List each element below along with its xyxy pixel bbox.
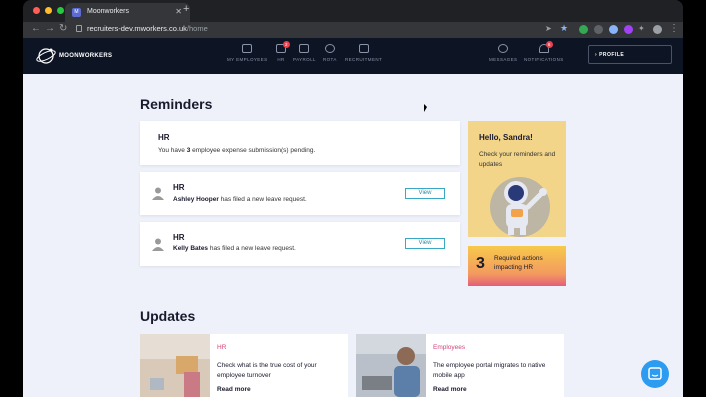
reload-icon[interactable]: ↻ — [59, 23, 67, 34]
reminder-text-body: has filed a new leave request. — [218, 196, 307, 203]
tab-strip: M Moonworkers ✕ + — [23, 0, 683, 22]
view-button[interactable]: View — [405, 238, 445, 249]
reminders-heading: Reminders — [140, 96, 213, 112]
plus-icon[interactable]: + — [183, 3, 189, 15]
extension-icon[interactable] — [609, 25, 618, 34]
greeting-card: Hello, Sandra! Check your reminders and … — [468, 121, 566, 237]
nav-label: NOTIFICATIONS — [524, 57, 564, 62]
close-window-button[interactable] — [33, 7, 40, 14]
required-actions-card[interactable]: 3 Required actions impacting HR — [468, 246, 566, 286]
nav-recruitment[interactable]: RECRUITMENT — [345, 44, 382, 62]
chevron-right-icon: › — [595, 52, 598, 58]
star-icon[interactable]: ★ — [560, 23, 568, 34]
reminder-card: HR Ashley Hooper has filed a new leave r… — [140, 172, 460, 215]
nav-my-employees[interactable]: MY EMPLOYEES — [227, 44, 267, 62]
browser-window: M Moonworkers ✕ + ← → ↻ recruiters-dev.m… — [23, 0, 683, 397]
browser-toolbar: ← → ↻ recruiters-dev.mworkers.co.uk/home… — [23, 22, 683, 38]
back-icon[interactable]: ← — [31, 23, 41, 34]
nav-hr[interactable]: 2 HR — [276, 41, 290, 62]
update-image — [140, 334, 210, 397]
chat-icon — [648, 367, 662, 380]
greeting-title: Hello, Sandra! — [479, 133, 533, 142]
lock-icon — [76, 25, 82, 32]
update-card[interactable]: Employees The employee portal migrates t… — [356, 334, 564, 397]
favicon-icon: M — [72, 8, 81, 17]
messages-icon — [498, 44, 509, 53]
puzzle-icon[interactable]: ✦ — [638, 24, 645, 33]
hr-badge: 2 — [283, 41, 290, 48]
required-actions-text: Required actions impacting HR — [494, 255, 543, 271]
app-header: MOONWORKERS MY EMPLOYEES 2 HR PAYROLL RO… — [23, 38, 683, 74]
reminder-title: HR — [173, 233, 185, 242]
nav-label: RECRUITMENT — [345, 57, 383, 62]
recruitment-icon — [358, 44, 369, 53]
extension-icon[interactable] — [594, 25, 603, 34]
user-avatar-icon — [152, 238, 164, 251]
reminder-card: HR Kelly Bates has filed a new leave req… — [140, 222, 460, 266]
user-avatar-icon — [152, 187, 164, 200]
notifications-badge: 8 — [545, 41, 553, 48]
required-actions-count: 3 — [476, 255, 485, 272]
astronaut-illustration — [490, 177, 550, 237]
tab-moonworkers[interactable]: M Moonworkers ✕ — [65, 3, 190, 22]
nav-messages[interactable]: MESSAGES — [489, 44, 517, 62]
update-card[interactable]: HR Check what is the true cost of your e… — [140, 334, 348, 397]
profile-button[interactable]: › PROFILE — [588, 45, 672, 64]
minimize-window-button[interactable] — [45, 7, 52, 14]
reminder-text-body: has filed a new leave request. — [208, 245, 296, 252]
read-more-link[interactable]: Read more — [217, 386, 251, 393]
bell-icon: 8 — [538, 41, 553, 53]
forward-icon[interactable]: → — [45, 23, 55, 34]
update-text: The employee portal migrates to native m… — [433, 362, 546, 379]
nav-rota[interactable]: ROTA — [323, 44, 337, 62]
tab-title: Moonworkers — [87, 8, 130, 15]
read-more-link[interactable]: Read more — [433, 386, 467, 393]
nav-label: ROTA — [323, 57, 337, 62]
employees-icon — [242, 44, 253, 53]
nav-label: MESSAGES — [489, 57, 518, 62]
mouse-cursor-icon — [424, 104, 427, 112]
close-tab-icon[interactable]: ✕ — [175, 7, 182, 16]
address-bar[interactable]: recruiters-dev.mworkers.co.uk/home — [87, 24, 208, 33]
reminder-title: HR — [173, 183, 185, 192]
reminder-title: HR — [158, 133, 170, 142]
update-image — [356, 334, 426, 397]
payroll-icon — [299, 44, 310, 53]
reminder-text: You have 3 employee expense submission(s… — [158, 147, 315, 154]
profile-label: PROFILE — [599, 52, 625, 58]
nav-payroll[interactable]: PAYROLL — [293, 44, 316, 62]
update-text: Check what is the true cost of your empl… — [217, 362, 317, 379]
maximize-window-button[interactable] — [57, 7, 64, 14]
logo-icon[interactable] — [35, 45, 57, 67]
url-host: recruiters-dev.mworkers.co.uk — [87, 24, 187, 33]
main-content: Reminders HR You have 3 employee expense… — [23, 74, 683, 397]
employee-name: Ashley Hooper — [173, 196, 219, 203]
view-button[interactable]: View — [405, 188, 445, 199]
logo-text: MOONWORKERS — [59, 53, 113, 59]
reminder-text-pre: You have — [158, 147, 187, 154]
menu-icon[interactable]: ⋮ — [669, 23, 679, 34]
nav-label: HR — [277, 57, 285, 62]
hr-icon: 2 — [276, 41, 290, 53]
chat-launcher-button[interactable] — [641, 360, 669, 388]
reminder-text: Kelly Bates has filed a new leave reques… — [173, 245, 296, 252]
nav-notifications[interactable]: 8 NOTIFICATIONS — [524, 41, 564, 62]
reminder-card: HR You have 3 employee expense submissio… — [140, 121, 460, 165]
nav-label: PAYROLL — [293, 57, 316, 62]
nav-label: MY EMPLOYEES — [227, 57, 268, 62]
url-path: /home — [186, 24, 208, 33]
update-category: HR — [217, 344, 227, 351]
updates-heading: Updates — [140, 308, 196, 324]
update-category: Employees — [433, 344, 466, 351]
reminder-text: Ashley Hooper has filed a new leave requ… — [173, 196, 307, 203]
rota-icon — [324, 44, 335, 53]
avatar-icon[interactable] — [653, 25, 662, 34]
extension-icon[interactable] — [624, 25, 633, 34]
send-icon[interactable]: ➤ — [545, 24, 552, 33]
reminder-text-post: employee expense submission(s) pending. — [190, 147, 316, 154]
extension-icon[interactable] — [579, 25, 588, 34]
employee-name: Kelly Bates — [173, 245, 209, 252]
